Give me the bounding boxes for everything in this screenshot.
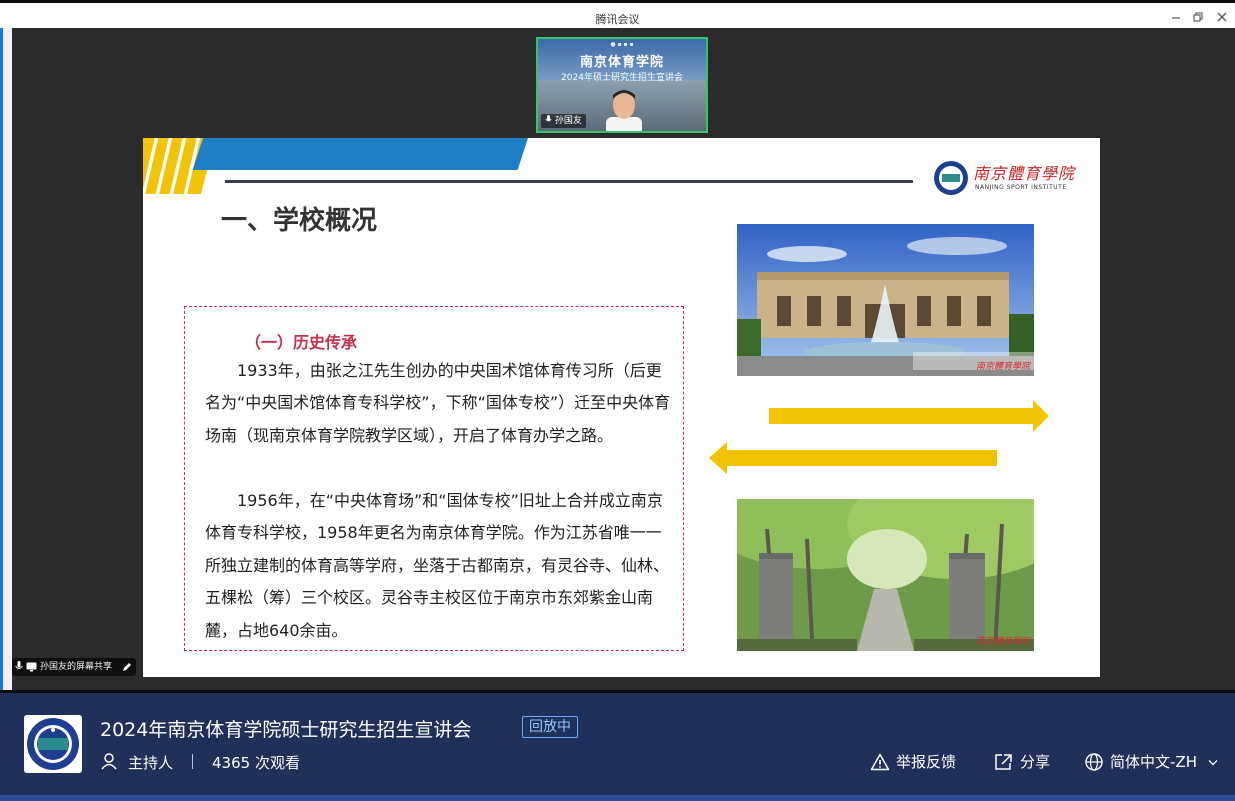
photo-watermark-2: 南京體育學院 [975,637,1030,647]
logo-chinese-name: 南京體育學院 [973,164,1076,183]
speaker-backdrop-title: 南京体育学院 [579,55,664,70]
footer-top-strip [0,690,1235,693]
report-feedback-label: 举报反馈 [896,753,957,771]
slide-heading: 一、学校概况 [221,206,378,236]
history-text-box: （一）历史传承 1933年，由张之江先生创办的中央国术馆体育传习所（后更名为“中… [184,306,684,651]
event-title: 2024年南京体育学院硕士研究生招生宣讲会 [100,719,472,741]
history-subheading: （一）历史传承 [245,333,358,352]
chevron-down-icon [1208,760,1218,766]
view-count: 4365 次观看 [212,754,300,772]
channel-avatar[interactable] [24,715,82,773]
language-label: 简体中文-ZH [1110,753,1197,771]
window-title: 腾讯会议 [595,13,640,26]
left-edge [0,28,12,690]
meeting-window: 腾讯会议 ● ▪ ▪ ▪ 南京体育学院 2024年硕士研究生招生宣讲会 孙国友 [0,0,1235,801]
restore-icon[interactable] [1190,9,1206,25]
language-selector[interactable]: 简体中文-ZH [1084,752,1224,772]
minimize-icon[interactable] [1168,9,1184,25]
left-accent-line [0,28,3,690]
school-emblem-icon [934,161,968,195]
warning-icon [870,753,890,771]
slide-blue-banner [192,138,528,170]
pen-icon[interactable] [122,662,132,672]
campus-avenue-photo: 南京體育學院 [737,499,1034,651]
globe-icon [1085,753,1103,771]
history-paragraph-2: 1956年，在“中央体育场”和“国体专校”旧址上合并成立南京体育专科学校，195… [205,491,670,640]
user-icon [101,753,117,770]
speaker-figure [606,90,642,131]
microphone-icon [15,661,23,669]
title-bar: 腾讯会议 [0,0,1235,28]
close-icon[interactable] [1214,9,1230,25]
footer-separator [192,754,193,769]
speaker-backdrop-logos: ● ▪ ▪ ▪ [610,41,634,48]
report-feedback-button[interactable]: 举报反馈 [870,752,966,772]
campus-building-photo: 南京體育學院 [737,224,1034,376]
speaker-name-tag: 孙国友 [541,114,586,128]
share-button[interactable]: 分享 [994,752,1058,772]
logo-english-name: NANJING SPORT INSTITUTE [975,184,1067,191]
live-info-bar: 2024年南京体育学院硕士研究生招生宣讲会 回放中 主持人 4365 次观看 举… [0,690,1235,801]
share-icon [995,754,1012,770]
footer-bottom-strip [0,795,1235,801]
share-label: 分享 [1020,753,1051,771]
school-emblem-icon [24,715,82,773]
shared-slide: 南京體育學院 NANJING SPORT INSTITUTE 一、学校概况 （一… [143,138,1100,677]
screen-share-icon [26,662,37,672]
speaker-name: 孙国友 [554,116,582,126]
slide-header-rule [225,180,913,183]
microphone-icon [545,115,552,122]
screen-share-text: 孙国友的屏幕共享 [40,662,113,672]
history-paragraph-1: 1933年，由张之江先生创办的中央国术馆体育传习所（后更名为“中央国术馆体育专科… [205,361,671,445]
replay-status-badge: 回放中 [522,716,578,738]
speaker-backdrop-subtitle: 2024年硕士研究生招生宣讲会 [561,73,683,83]
screen-share-label[interactable]: 孙国友的屏幕共享 [12,658,136,676]
photo-watermark-1: 南京體育學院 [975,362,1030,372]
school-logo: 南京體育學院 NANJING SPORT INSTITUTE [933,160,1091,196]
host-label[interactable]: 主持人 [128,752,173,773]
transition-arrows [709,400,1049,474]
speaker-video-tile[interactable]: ● ▪ ▪ ▪ 南京体育学院 2024年硕士研究生招生宣讲会 孙国友 [536,37,708,133]
